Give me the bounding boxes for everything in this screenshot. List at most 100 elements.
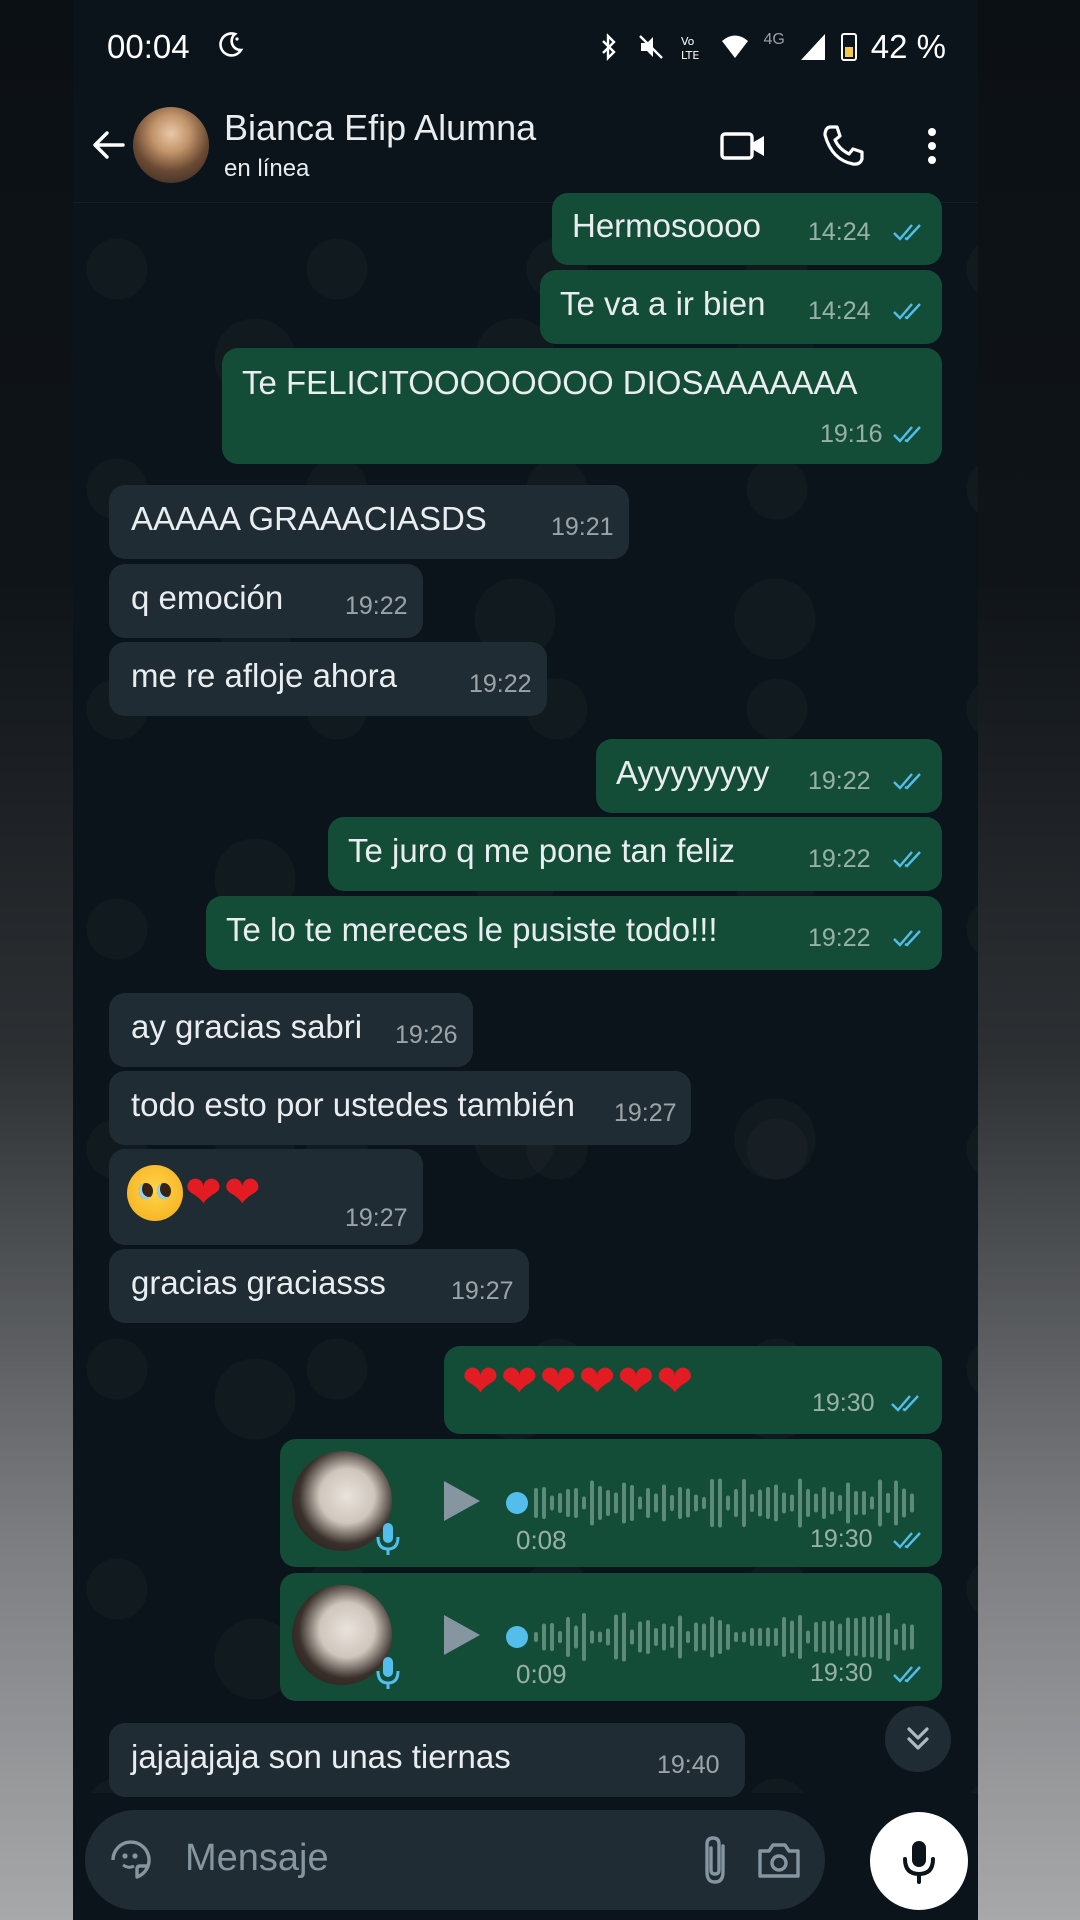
waveform-bar <box>558 1493 562 1513</box>
message-bubble-incoming[interactable]: jajajajaja son unas tiernas 19:40 <box>109 1723 745 1797</box>
waveform-bar <box>862 1491 866 1515</box>
waveform[interactable] <box>534 1609 924 1665</box>
message-text: Hermosoooo <box>572 207 761 244</box>
message-time: 19:27 <box>614 1099 677 1127</box>
waveform-bar <box>718 1620 722 1654</box>
contact-avatar[interactable] <box>133 107 209 183</box>
message-time: 19:22 <box>469 670 532 698</box>
message-text: q emoción <box>131 579 284 616</box>
voice-message[interactable]: 0:08 19:30 <box>280 1439 942 1567</box>
svg-text:Vo: Vo <box>681 35 695 48</box>
waveform-bar <box>686 1488 690 1518</box>
progress-dot[interactable] <box>506 1492 528 1514</box>
waveform-bar <box>750 1494 754 1512</box>
battery-icon <box>840 33 857 61</box>
waveform-bar <box>894 1480 898 1526</box>
heart-emoji: ❤ <box>500 1356 538 1407</box>
play-icon[interactable] <box>440 1477 484 1525</box>
message-bubble-outgoing[interactable]: Hermosoooo 14:24 <box>552 193 942 265</box>
message-text: AAAAA GRAAACIASDS <box>131 500 487 537</box>
waveform-bar <box>542 1487 546 1519</box>
waveform-bar <box>734 1632 738 1642</box>
waveform-bar <box>582 1613 586 1661</box>
heart-emoji: ❤ <box>223 1167 261 1218</box>
waveform-bar <box>646 1488 650 1518</box>
waveform-bar <box>534 1632 538 1642</box>
message-bubble-incoming[interactable]: q emoción 19:22 <box>109 564 423 638</box>
contact-status: en línea <box>224 155 310 182</box>
message-bubble-outgoing[interactable]: ❤ ❤ ❤ ❤ ❤ ❤ 19:30 <box>444 1346 942 1434</box>
heart-emoji: ❤ <box>617 1356 655 1407</box>
waveform-bar <box>638 1621 642 1653</box>
waveform-bar <box>758 1628 762 1646</box>
contact-name[interactable]: Bianca Efip Alumna <box>224 107 536 149</box>
waveform-bar <box>830 1491 834 1515</box>
network-type: 4G <box>763 31 785 48</box>
message-text: todo esto por ustedes también <box>131 1086 575 1123</box>
double-check-icon <box>893 303 921 320</box>
waveform-bar <box>646 1620 650 1654</box>
waveform-bar <box>822 1621 826 1653</box>
message-bubble-outgoing[interactable]: Te juro q me pone tan feliz 19:22 <box>328 817 942 891</box>
message-bubble-outgoing[interactable]: Te FELICITOOOOOOOO DIOSAAAAAAA 19:16 <box>222 348 942 464</box>
message-time: 19:30 <box>810 1659 873 1687</box>
camera-icon[interactable] <box>755 1836 803 1884</box>
message-text: Te lo te mereces le pusiste todo!!! <box>226 911 718 948</box>
more-vert-icon[interactable] <box>907 121 957 171</box>
message-bubble-incoming[interactable]: todo esto por ustedes también 19:27 <box>109 1071 691 1145</box>
waveform-bar <box>750 1628 754 1646</box>
waveform-bar <box>766 1487 770 1519</box>
waveform-bar <box>694 1622 698 1652</box>
message-input[interactable]: Mensaje <box>185 1837 329 1880</box>
double-check-icon <box>893 773 921 790</box>
waveform-bar <box>766 1627 770 1647</box>
waveform[interactable] <box>534 1475 924 1531</box>
waveform-bar <box>654 1628 658 1646</box>
video-call-icon[interactable] <box>718 121 768 171</box>
play-icon[interactable] <box>440 1611 484 1659</box>
paperclip-icon[interactable] <box>695 1834 739 1886</box>
waveform-bar <box>822 1487 826 1519</box>
sticker-icon[interactable] <box>107 1836 155 1884</box>
waveform-bar <box>678 1615 682 1659</box>
message-text: Te FELICITOOOOOOOO DIOSAAAAAAA <box>242 364 858 401</box>
waveform-bar <box>734 1489 738 1517</box>
progress-dot[interactable] <box>506 1626 528 1648</box>
message-bubble-outgoing[interactable]: Ayyyyyyyy 19:22 <box>596 739 942 813</box>
status-bar: 00:04 Vo LTE 4G 42 % <box>73 0 978 95</box>
message-time: 19:27 <box>451 1277 514 1305</box>
heart-emoji: ❤ <box>656 1356 694 1407</box>
message-bubble-incoming[interactable]: ❤ ❤ 19:27 <box>109 1149 423 1245</box>
phone-icon[interactable] <box>818 121 868 171</box>
chat-area[interactable]: Hermosoooo 14:24 Te va a ir bien 14:24 T… <box>73 193 978 1797</box>
message-bubble-incoming[interactable]: gracias graciasss 19:27 <box>109 1249 529 1323</box>
record-voice-button[interactable] <box>870 1812 968 1910</box>
waveform-bar <box>662 1484 666 1522</box>
message-text: Te va a ir bien <box>560 285 766 322</box>
message-bubble-incoming[interactable]: AAAAA GRAAACIASDS 19:21 <box>109 485 629 559</box>
message-time: 19:30 <box>812 1389 875 1417</box>
message-time: 19:22 <box>808 924 871 952</box>
scroll-to-bottom-button[interactable] <box>885 1706 951 1772</box>
waveform-bar <box>614 1614 618 1660</box>
message-time: 14:24 <box>808 218 871 246</box>
waveform-bar <box>790 1620 794 1654</box>
message-bubble-incoming[interactable]: me re afloje ahora 19:22 <box>109 642 547 716</box>
waveform-bar <box>590 1480 594 1526</box>
arrow-left-icon[interactable] <box>87 123 131 167</box>
message-time: 19:22 <box>808 767 871 795</box>
waveform-bar <box>590 1630 594 1644</box>
waveform-bar <box>910 1624 914 1650</box>
message-time: 19:26 <box>395 1021 458 1049</box>
heart-emoji: ❤ <box>539 1356 577 1407</box>
waveform-bar <box>862 1616 866 1658</box>
message-bubble-outgoing[interactable]: Te lo te mereces le pusiste todo!!! 19:2… <box>206 896 942 970</box>
message-bubble-incoming[interactable]: ay gracias sabri 19:26 <box>109 993 473 1067</box>
message-bubble-outgoing[interactable]: Te va a ir bien 14:24 <box>540 270 942 344</box>
voice-message[interactable]: 0:09 19:30 <box>280 1573 942 1701</box>
waveform-bar <box>742 1479 746 1527</box>
waveform-bar <box>782 1492 786 1514</box>
message-input-bar[interactable]: Mensaje <box>85 1810 825 1910</box>
waveform-bar <box>870 1616 874 1658</box>
double-check-icon <box>893 1666 921 1683</box>
